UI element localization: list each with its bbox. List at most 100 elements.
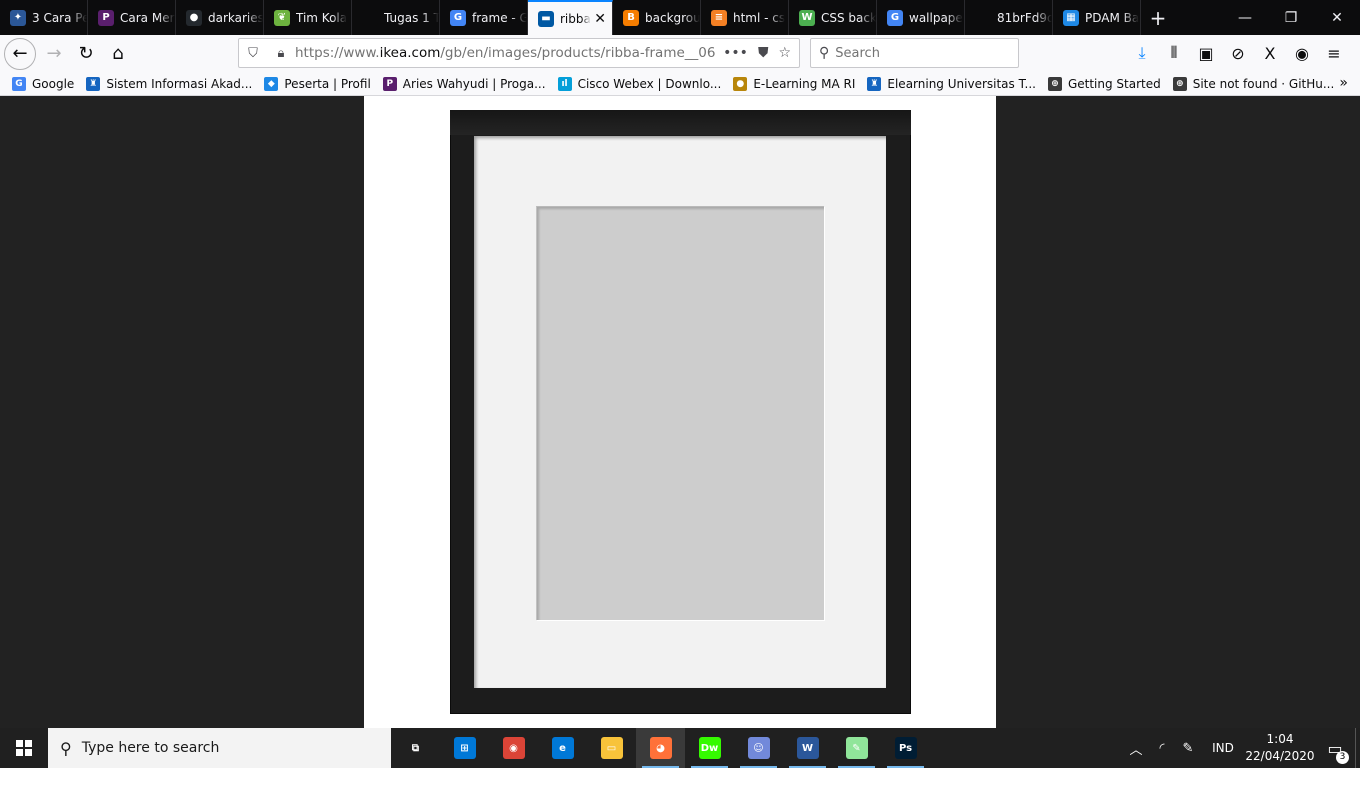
university-icon: ♜ — [867, 76, 882, 91]
firefox-taskbar-button[interactable]: ◕ — [636, 728, 685, 768]
leaf-icon: ❦ — [274, 9, 290, 26]
tab-label: backgrou — [645, 10, 700, 25]
p-letter-icon: P — [98, 9, 114, 26]
chevron-up-icon[interactable]: ︿ — [1123, 739, 1149, 758]
cisco-icon: ıl — [557, 76, 572, 91]
tab[interactable]: ❦ Tim Kola — [264, 0, 352, 35]
tab[interactable]: Bbackgrou — [613, 0, 701, 35]
tab[interactable]: W CSS back — [789, 0, 877, 35]
tab[interactable]: ≡ html - cs — [701, 0, 789, 35]
new-tab-button[interactable]: + — [1141, 0, 1175, 35]
page-actions-icon[interactable]: ••• — [723, 45, 748, 61]
chrome-icon: ◉ — [502, 737, 525, 759]
account-icon[interactable]: ◉ — [1286, 37, 1318, 69]
bookmark-item[interactable]: ⊕ Site not found · GitHu... — [1172, 76, 1335, 91]
tab[interactable]: ● darkaries — [176, 0, 264, 35]
search-icon: ⚲ — [60, 738, 72, 758]
word-taskbar-button[interactable]: W — [783, 728, 832, 768]
bookmark-item[interactable]: ● E-Learning MA RI — [733, 76, 856, 91]
clock[interactable]: 1:04 22/04/2020 — [1245, 731, 1315, 765]
forward-button[interactable]: → — [38, 38, 70, 70]
bookmark-item[interactable]: ♜ Sistem Informasi Akad... — [86, 76, 253, 91]
language-indicator[interactable]: IND — [1201, 741, 1245, 755]
close-window-button[interactable]: ✕ — [1314, 0, 1360, 35]
restore-button[interactable]: ❐ — [1268, 0, 1314, 35]
back-button[interactable]: ← — [4, 37, 36, 70]
dreamweaver-icon: Dw — [698, 737, 721, 759]
sync-icon[interactable]: ⊘ — [1222, 37, 1254, 69]
pen-icon[interactable]: ✎ — [1175, 741, 1201, 756]
lock-icon[interactable]: 🔒︎ — [267, 46, 295, 61]
shield-icon[interactable]: ⛉ — [239, 46, 267, 61]
bookmark-label: Cisco Webex | Downlo... — [577, 76, 722, 91]
tab-label: Tugas 1 TIM — [384, 10, 439, 25]
bookmark-item[interactable]: ⊕ Getting Started — [1047, 76, 1161, 91]
library-icon[interactable]: ⫴ — [1158, 37, 1190, 69]
url-bar[interactable]: ⛉ 🔒︎ https://www.ikea.com/gb/en/images/p… — [238, 38, 800, 68]
tab-label: darkaries — [208, 10, 263, 25]
bookmark-item[interactable]: G Google — [12, 76, 74, 91]
microsoft-store-taskbar-button[interactable]: ⊞ — [440, 728, 489, 768]
tab-label: CSS back — [821, 10, 876, 25]
chrome-taskbar-button[interactable]: ◉ — [489, 728, 538, 768]
tab[interactable]: 81brFd9dNO — [965, 0, 1053, 35]
tab-label: 3 Cara Pe — [32, 10, 87, 25]
firefox-icon: ◕ — [649, 737, 672, 759]
tab[interactable]: Gframe - G — [440, 0, 528, 35]
tab[interactable]: ▦ PDAM Ba — [1053, 0, 1141, 35]
notepad-plus-plus-taskbar-button[interactable]: ✎ — [832, 728, 881, 768]
url-domain: ikea.com — [379, 45, 441, 61]
file-explorer-taskbar-button[interactable]: ▭ — [587, 728, 636, 768]
tab-label: PDAM Ba — [1085, 10, 1140, 25]
edge-taskbar-button[interactable]: e — [538, 728, 587, 768]
notification-badge: 3 — [1336, 750, 1349, 764]
frame-opening — [536, 206, 824, 620]
dreamweaver-taskbar-button[interactable]: Dw — [685, 728, 734, 768]
w3schools-icon: W — [799, 9, 815, 26]
minimize-button[interactable]: — — [1222, 0, 1268, 35]
tab-label: 81brFd9dNO — [997, 10, 1052, 25]
home-button[interactable]: ⌂ — [102, 38, 134, 70]
github-icon: ● — [186, 9, 202, 26]
blank-icon — [975, 9, 991, 26]
chevron-right-icon[interactable]: » — [1339, 75, 1348, 91]
show-desktop-button[interactable] — [1355, 728, 1360, 768]
bookmark-item[interactable]: P Aries Wahyudi | Proga... — [382, 76, 546, 91]
pocket-icon[interactable]: ⛊ — [758, 45, 769, 61]
bookmark-item[interactable]: ◆ Peserta | Profil — [264, 76, 371, 91]
tab-active[interactable]: ▬ ribba ✕ — [528, 0, 613, 35]
bookmark-item[interactable]: ıl Cisco Webex | Downlo... — [557, 76, 722, 91]
tab[interactable]: ✦ 3 Cara Pe — [0, 0, 88, 35]
bookmark-star-icon[interactable]: ☆ — [778, 45, 791, 61]
sidebar-icon[interactable]: ▣ — [1190, 37, 1222, 69]
bookmark-label: E-Learning MA RI — [753, 76, 856, 91]
tab[interactable]: P Cara Mer — [88, 0, 176, 35]
bookmark-item[interactable]: ♜ Elearning Universitas T... — [867, 76, 1036, 91]
task-view-taskbar-button[interactable]: ⧉ — [391, 728, 440, 768]
wifi-icon[interactable]: ◜ — [1149, 741, 1175, 756]
bookmark-label: Peserta | Profil — [284, 76, 371, 91]
action-center-button[interactable]: ▭ 3 — [1315, 739, 1355, 764]
start-button[interactable] — [0, 728, 48, 768]
bookmark-label: Sistem Informasi Akad... — [106, 76, 253, 91]
photoshop-taskbar-button[interactable]: Ps — [881, 728, 930, 768]
close-tab-icon[interactable]: ✕ — [594, 11, 606, 27]
taskbar-search-placeholder: Type here to search — [81, 740, 220, 756]
taskbar: ⚲ Type here to search ⧉ ⊞ ◉ e ▭ ◕ Dw ☺ W ✎ Ps ︿ ◜ … — [0, 728, 1360, 768]
stackoverflow-icon: ≡ — [711, 9, 727, 26]
arrow-left-icon: ← — [12, 43, 28, 64]
discord-taskbar-button[interactable]: ☺ — [734, 728, 783, 768]
taskbar-search-box[interactable]: ⚲ Type here to search — [48, 728, 391, 768]
tab[interactable]: Tugas 1 TIM — [352, 0, 440, 35]
tab[interactable]: Gwallpape — [877, 0, 965, 35]
word-icon: W — [796, 737, 819, 759]
pdam-icon: ▦ — [1063, 9, 1079, 26]
bookmark-label: Site not found · GitHu... — [1192, 76, 1335, 91]
extension-x-icon[interactable]: X — [1254, 37, 1286, 69]
url-text[interactable]: https://www.ikea.com/gb/en/images/produc… — [295, 45, 723, 61]
search-input[interactable]: ⚲ Search — [810, 38, 1019, 68]
reload-button[interactable]: ↻ — [70, 38, 102, 70]
menu-icon[interactable]: ≡ — [1318, 37, 1350, 69]
google-icon: G — [12, 76, 26, 91]
downloads-icon[interactable]: ⤓ — [1126, 37, 1158, 69]
